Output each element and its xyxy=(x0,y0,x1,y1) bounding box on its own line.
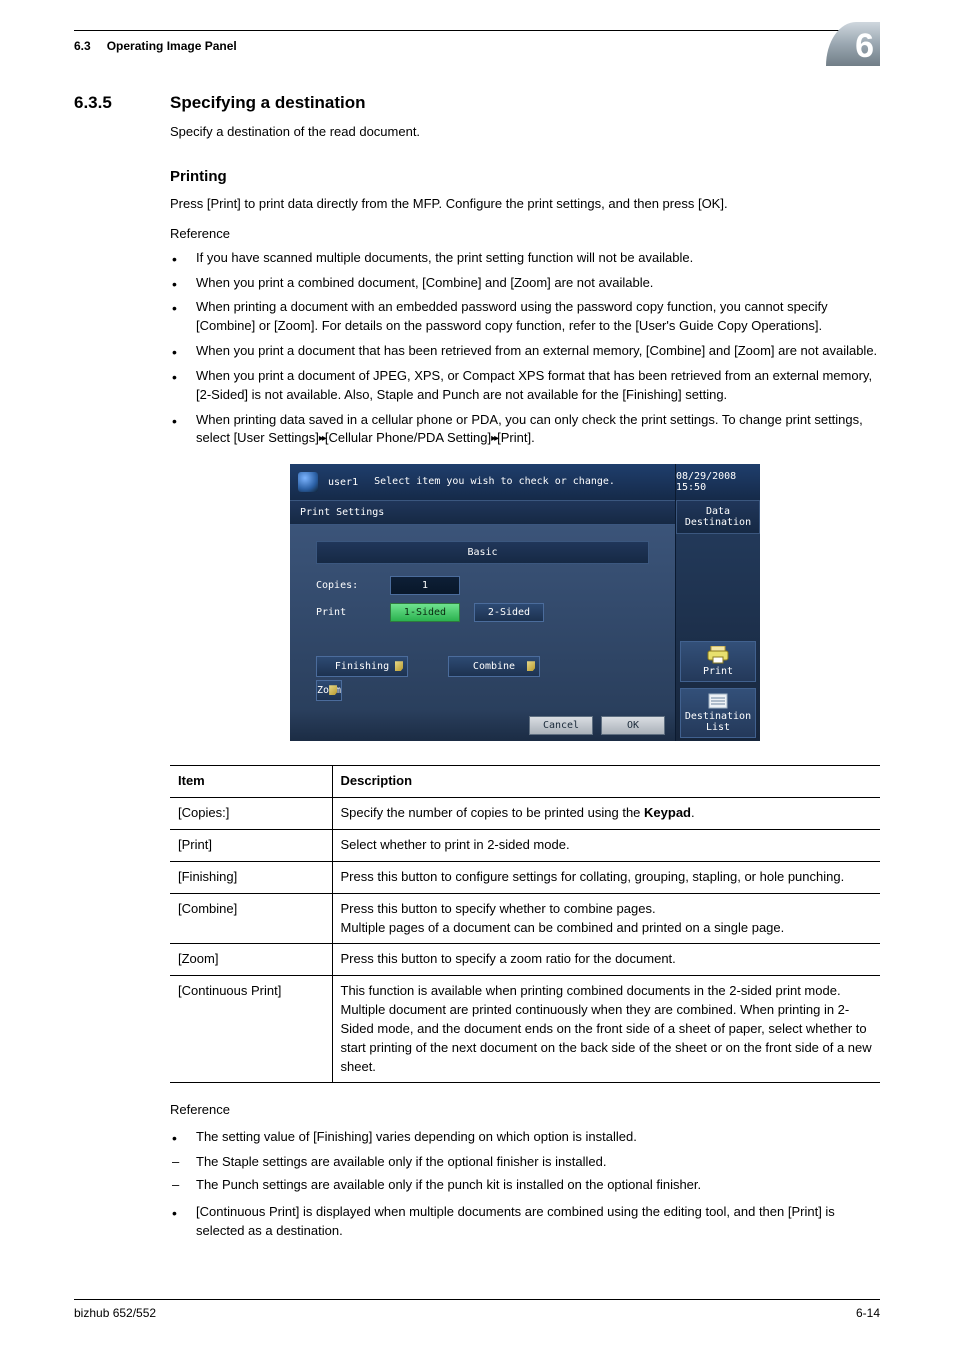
section-title: Specifying a destination xyxy=(170,93,366,113)
reference-subitem: The Staple settings are available only i… xyxy=(170,1153,880,1172)
table-cell-item: [Continuous Print] xyxy=(170,976,332,1083)
print-settings-screenshot: user1 Select item you wish to check or c… xyxy=(290,464,760,741)
reference-item: When you print a document of JPEG, XPS, … xyxy=(170,367,880,405)
table-cell-desc: Specify the number of copies to be print… xyxy=(332,798,880,830)
table-row: [Finishing] Press this button to configu… xyxy=(170,861,880,893)
footer-model: bizhub 652/552 xyxy=(74,1306,156,1320)
data-destination-button[interactable]: Data Destination xyxy=(676,500,760,534)
reference-item: If you have scanned multiple documents, … xyxy=(170,249,880,268)
table-cell-item: [Combine] xyxy=(170,893,332,944)
table-cell-item: [Print] xyxy=(170,829,332,861)
printer-icon xyxy=(707,646,729,664)
tab-basic[interactable]: Basic xyxy=(316,541,649,564)
zoom-button[interactable]: Zoom xyxy=(316,680,342,701)
printing-lead: Press [Print] to print data directly fro… xyxy=(170,195,880,214)
reference-item: [Continuous Print] is displayed when mul… xyxy=(170,1203,880,1241)
reference-item: When printing data saved in a cellular p… xyxy=(170,411,880,449)
panel-username: user1 xyxy=(328,477,358,488)
reference-subitem: The Punch settings are available only if… xyxy=(170,1176,880,1195)
section-number: 6.3.5 xyxy=(74,93,170,113)
copies-label: Copies: xyxy=(316,580,376,591)
section-intro: Specify a destination of the read docume… xyxy=(170,123,880,142)
table-cell-item: [Copies:] xyxy=(170,798,332,830)
one-sided-button[interactable]: 1-Sided xyxy=(390,603,460,622)
reference-label: Reference xyxy=(170,226,880,241)
finishing-button[interactable]: Finishing xyxy=(316,656,408,677)
table-row: [Copies:] Specify the number of copies t… xyxy=(170,798,880,830)
reference-list-3: [Continuous Print] is displayed when mul… xyxy=(170,1203,880,1241)
reference-item: When you print a document that has been … xyxy=(170,342,880,361)
reference-item: When you print a combined document, [Com… xyxy=(170,274,880,293)
table-cell-desc: Press this button to configure settings … xyxy=(332,861,880,893)
running-header: 6.3 Operating Image Panel xyxy=(74,39,880,53)
combine-button[interactable]: Combine xyxy=(448,656,540,677)
print-mode-label: Print xyxy=(316,607,376,618)
table-cell-item: [Zoom] xyxy=(170,944,332,976)
table-cell-item: [Finishing] xyxy=(170,861,332,893)
table-cell-desc: This function is available when printing… xyxy=(332,976,880,1083)
table-head-desc: Description xyxy=(332,766,880,798)
panel-datetime: 08/29/2008 15:50 xyxy=(675,464,760,500)
table-row: [Print] Select whether to print in 2-sid… xyxy=(170,829,880,861)
panel-title: Print Settings xyxy=(290,500,675,525)
ok-button[interactable]: OK xyxy=(601,716,665,735)
reference-item: The setting value of [Finishing] varies … xyxy=(170,1128,880,1147)
reference-list-2: The setting value of [Finishing] varies … xyxy=(170,1128,880,1147)
reference-item: When printing a document with an embedde… xyxy=(170,298,880,336)
running-header-num: 6.3 xyxy=(74,39,91,53)
page-footer: bizhub 652/552 6-14 xyxy=(74,1299,880,1320)
panel-hint: Select item you wish to check or change. xyxy=(374,476,615,488)
table-row: [Zoom] Press this button to specify a zo… xyxy=(170,944,880,976)
two-sided-button[interactable]: 2-Sided xyxy=(474,603,544,622)
footer-page: 6-14 xyxy=(856,1306,880,1320)
printing-heading: Printing xyxy=(170,168,880,185)
table-cell-desc: Press this button to specify whether to … xyxy=(332,893,880,944)
table-cell-desc: Press this button to specify a zoom rati… xyxy=(332,944,880,976)
copies-value[interactable]: 1 xyxy=(390,576,460,595)
list-icon xyxy=(707,693,729,709)
destination-list-button[interactable]: Destination List xyxy=(680,688,756,738)
table-row: [Continuous Print] This function is avai… xyxy=(170,976,880,1083)
cancel-button[interactable]: Cancel xyxy=(529,716,593,735)
running-header-title: Operating Image Panel xyxy=(107,39,237,53)
chapter-badge: 6 xyxy=(826,22,880,66)
table-row: [Combine] Press this button to specify w… xyxy=(170,893,880,944)
reference-list: If you have scanned multiple documents, … xyxy=(170,249,880,449)
user-icon xyxy=(298,472,318,492)
table-head-item: Item xyxy=(170,766,332,798)
settings-table: Item Description [Copies:] Specify the n… xyxy=(170,765,880,1083)
reference-label-2: Reference xyxy=(170,1101,880,1120)
table-cell-desc: Select whether to print in 2-sided mode. xyxy=(332,829,880,861)
print-side-button[interactable]: Print xyxy=(680,641,756,682)
reference-sublist: The Staple settings are available only i… xyxy=(170,1153,880,1195)
